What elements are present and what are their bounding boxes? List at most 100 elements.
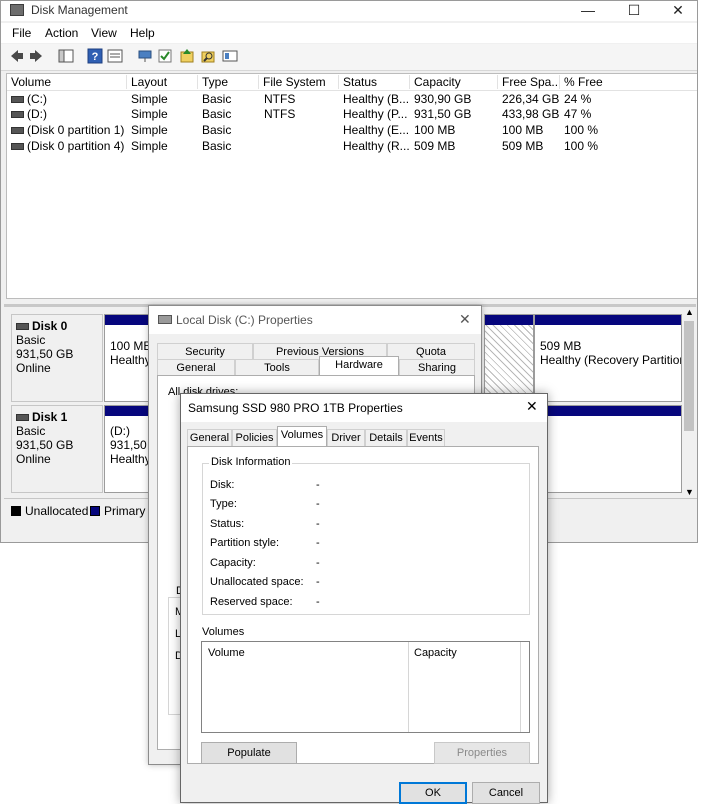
reserved-space-value: - xyxy=(316,596,320,608)
search-icon[interactable] xyxy=(200,48,216,64)
column-header-capacity[interactable]: Capacity xyxy=(410,75,498,89)
connect-icon[interactable] xyxy=(137,48,153,64)
status-cell: Healthy (E... xyxy=(343,123,410,137)
tab-volumes[interactable]: Volumes xyxy=(277,426,327,447)
column-header-volume[interactable]: Volume xyxy=(7,75,127,89)
volumes-column-capacity[interactable]: Capacity xyxy=(414,647,457,659)
volumes-column-volume[interactable]: Volume xyxy=(208,647,245,659)
show-hide-console-tree-icon[interactable] xyxy=(58,48,74,64)
tab-security[interactable]: Security xyxy=(157,343,253,359)
vertical-scrollbar[interactable]: ▲ ▼ xyxy=(683,307,696,497)
disk-1-label[interactable]: Disk 1 Basic 931,50 GB Online xyxy=(11,405,103,493)
column-header-layout[interactable]: Layout xyxy=(127,75,198,89)
volume-name-cell: (Disk 0 partition 1) xyxy=(11,123,124,137)
unallocated-space-label: Unallocated space: xyxy=(210,576,304,588)
tab-policies[interactable]: Policies xyxy=(232,429,277,446)
column-header-type[interactable]: Type xyxy=(198,75,259,89)
status-cell: Healthy (B... xyxy=(343,92,410,106)
up-icon[interactable] xyxy=(179,48,195,64)
capacity-label: Capacity: xyxy=(210,557,256,569)
drive-icon xyxy=(158,315,172,324)
device-properties-dialog: Samsung SSD 980 PRO 1TB Properties ✕ Gen… xyxy=(180,393,548,804)
close-button[interactable]: ✕ xyxy=(526,398,538,415)
column-divider xyxy=(408,642,409,732)
disk-label: Disk: xyxy=(210,479,235,491)
capacity-value: - xyxy=(316,557,320,569)
reserved-space-label: Reserved space: xyxy=(210,596,293,608)
volume-list-header: Volume Layout Type File System Status Ca… xyxy=(7,74,697,91)
dialog-title-bar: Local Disk (C:) Properties ✕ xyxy=(149,306,481,334)
disk-0-label[interactable]: Disk 0 Basic 931,50 GB Online xyxy=(11,314,103,402)
volume-list: Volume Layout Type File System Status Ca… xyxy=(6,73,697,299)
unallocated-space-value: - xyxy=(316,576,320,588)
menu-view[interactable]: View xyxy=(91,26,117,40)
tab-tools[interactable]: Tools xyxy=(235,359,319,375)
type-value: - xyxy=(316,498,320,510)
unallocated-swatch xyxy=(11,506,21,516)
status-cell: Healthy (R... xyxy=(343,139,410,153)
menu-file[interactable]: File xyxy=(12,26,31,40)
menu-action[interactable]: Action xyxy=(45,26,78,40)
primary-partition-bar xyxy=(485,315,533,325)
tab-details[interactable]: Details xyxy=(365,429,407,446)
primary-partition-bar xyxy=(105,315,153,325)
column-divider xyxy=(520,642,521,732)
disk-0-type: Basic xyxy=(16,333,46,347)
view-icon[interactable] xyxy=(222,48,238,64)
disk-0-partition-recovery[interactable]: 509 MB Healthy (Recovery Partition xyxy=(534,314,682,402)
layout-cell: Simple xyxy=(131,139,168,153)
scroll-up-icon[interactable]: ▲ xyxy=(685,307,694,317)
status-label: Status: xyxy=(210,518,245,530)
disk-0-size: 931,50 GB xyxy=(16,347,74,361)
close-button[interactable]: ✕ xyxy=(459,311,471,328)
help-icon[interactable]: ? xyxy=(87,48,103,64)
column-header-free-space[interactable]: Free Spa... xyxy=(498,75,560,89)
column-header-file-system[interactable]: File System xyxy=(259,75,339,89)
table-row[interactable]: (Disk 0 partition 1) Simple Basic Health… xyxy=(7,122,697,138)
cancel-button[interactable]: Cancel xyxy=(472,782,540,804)
type-cell: Basic xyxy=(202,139,232,153)
scrollbar-thumb[interactable] xyxy=(684,321,694,431)
disk-1-name: Disk 1 xyxy=(32,410,68,424)
free-space-cell: 226,34 GB xyxy=(502,92,560,106)
ok-button[interactable]: OK xyxy=(399,782,467,804)
column-header-percent-free[interactable]: % Free xyxy=(560,75,697,89)
back-icon[interactable] xyxy=(9,48,25,64)
toolbar: ? xyxy=(1,44,697,71)
maximize-button[interactable]: ☐ xyxy=(618,1,650,21)
volumes-list[interactable]: Volume Capacity xyxy=(201,641,530,733)
properties-button[interactable]: Properties xyxy=(434,742,530,764)
forward-icon[interactable] xyxy=(28,48,44,64)
disk-icon xyxy=(16,323,29,331)
volume-name-cell: (C:) xyxy=(11,92,47,106)
tab-general[interactable]: General xyxy=(187,429,232,446)
tab-sharing[interactable]: Sharing xyxy=(399,359,475,375)
tab-quota[interactable]: Quota xyxy=(387,343,475,359)
disk-0-partition-hatched[interactable] xyxy=(484,314,534,402)
capacity-cell: 930,90 GB xyxy=(414,92,472,106)
app-icon xyxy=(10,4,24,16)
minimize-button[interactable]: — xyxy=(572,1,604,21)
tab-hardware[interactable]: Hardware xyxy=(319,356,399,375)
disk-information-title: Disk Information xyxy=(209,456,293,468)
free-space-cell: 100 MB xyxy=(502,123,544,137)
check-icon[interactable] xyxy=(157,48,173,64)
layout-cell: Simple xyxy=(131,123,168,137)
table-row[interactable]: (D:) Simple Basic NTFS Healthy (P... 931… xyxy=(7,106,697,122)
menu-bar: File Action View Help xyxy=(1,23,697,43)
table-row[interactable]: (C:) Simple Basic NTFS Healthy (B... 930… xyxy=(7,91,697,107)
column-header-status[interactable]: Status xyxy=(339,75,410,89)
close-button[interactable]: ✕ xyxy=(662,1,694,21)
tab-general[interactable]: General xyxy=(157,359,235,375)
table-row[interactable]: (Disk 0 partition 4) Simple Basic Health… xyxy=(7,138,697,154)
populate-button[interactable]: Populate xyxy=(201,742,297,764)
disk-0-state: Online xyxy=(16,361,51,375)
disk-0-partition-efi[interactable]: 100 MB Healthy xyxy=(104,314,154,402)
type-cell: Basic xyxy=(202,107,232,121)
scroll-down-icon[interactable]: ▼ xyxy=(685,487,694,497)
menu-help[interactable]: Help xyxy=(130,26,155,40)
drive-icon xyxy=(11,96,24,104)
tab-driver[interactable]: Driver xyxy=(327,429,365,446)
tab-events[interactable]: Events xyxy=(407,429,445,446)
properties-icon[interactable] xyxy=(107,48,123,64)
